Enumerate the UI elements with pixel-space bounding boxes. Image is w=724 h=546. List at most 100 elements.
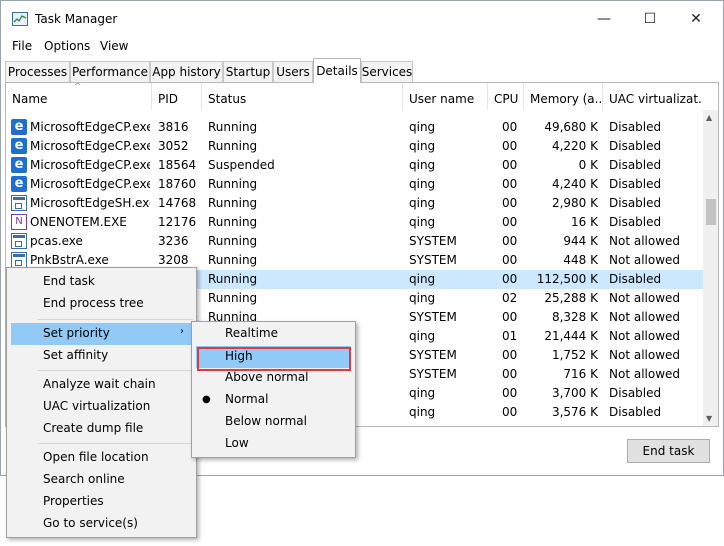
edge-icon: e xyxy=(11,138,27,154)
menu-separator xyxy=(37,319,193,320)
cell-mem: 25,288 K xyxy=(544,291,598,305)
tab-users[interactable]: Users xyxy=(273,61,313,82)
cell-mem: 4,220 K xyxy=(551,139,598,153)
cell-uac: Disabled xyxy=(609,405,662,419)
cell-user: qing xyxy=(409,120,436,134)
window-title: Task Manager xyxy=(35,12,118,26)
tab-startup[interactable]: Startup xyxy=(223,61,273,82)
cell-uac: Not allowed xyxy=(609,329,681,343)
cell-cpu: 00 xyxy=(502,310,518,324)
cell-uac: Disabled xyxy=(609,215,662,229)
priority-low[interactable]: Low xyxy=(192,433,355,455)
cell-cpu: 00 xyxy=(502,120,518,134)
end-task-button[interactable]: End task xyxy=(627,439,710,463)
column-header: ^ Name PID Status User name CPU Memory (a… xyxy=(6,83,718,110)
menu-set-affinity[interactable]: Set affinity xyxy=(7,345,196,367)
cell-pid: 12176 xyxy=(158,215,197,229)
priority-normal[interactable]: ● Normal xyxy=(192,389,355,411)
chevron-right-icon: › xyxy=(180,326,184,337)
table-row[interactable]: pcas.exe 3236 Running SYSTEM 00 944 K Not allo… xyxy=(6,232,703,251)
scroll-down-icon[interactable]: ▼ xyxy=(706,414,712,423)
cell-status: Running xyxy=(208,177,258,191)
cell-user: qing xyxy=(409,139,436,153)
cell-mem: 716 K xyxy=(563,367,598,381)
task-manager-icon xyxy=(12,12,28,26)
cell-cpu: 02 xyxy=(502,291,518,305)
vertical-scrollbar[interactable] xyxy=(703,110,718,426)
table-row[interactable]: N ONENOTEM.EXE 12176 Running qing 00 16 K Disab… xyxy=(6,213,703,232)
column-pid[interactable]: PID xyxy=(152,83,202,110)
menu-create-dump-file[interactable]: Create dump file xyxy=(7,418,196,440)
scroll-up-icon[interactable]: ▲ xyxy=(706,113,712,122)
column-cpu[interactable]: CPU xyxy=(488,83,524,110)
menu-analyze-wait-chain[interactable]: Analyze wait chain xyxy=(7,374,196,396)
cell-status: Running xyxy=(208,120,258,134)
table-row[interactable]: e MicrosoftEdgeCP.exe 3816 Running qing 00 49,… xyxy=(6,118,703,137)
column-user-name[interactable]: User name xyxy=(403,83,488,110)
cell-mem: 0 K xyxy=(578,158,598,172)
cell-mem: 8,328 K xyxy=(551,310,598,324)
column-status[interactable]: Status xyxy=(202,83,403,110)
cell-mem: 3,576 K xyxy=(551,405,598,419)
priority-below-normal[interactable]: Below normal xyxy=(192,411,355,433)
menu-file[interactable]: File xyxy=(12,39,32,53)
cell-user: qing xyxy=(409,215,436,229)
cell-status: Running xyxy=(208,272,258,286)
table-row[interactable]: MicrosoftEdgeSH.exe 14768 Running qing 00 2,9… xyxy=(6,194,703,213)
tab-services[interactable]: Services xyxy=(361,61,413,82)
table-row[interactable]: e MicrosoftEdgeCP.exe 18760 Running qing 00 4,… xyxy=(6,175,703,194)
menu-uac-virtualization[interactable]: UAC virtualization xyxy=(7,396,196,418)
cell-cpu: 00 xyxy=(502,367,518,381)
priority-realtime[interactable]: Realtime xyxy=(192,323,355,345)
menu-properties[interactable]: Properties xyxy=(7,491,196,513)
close-button[interactable]: ✕ xyxy=(673,5,719,33)
tab-details[interactable]: Details xyxy=(313,58,361,83)
menu-open-file-location[interactable]: Open file location xyxy=(7,447,196,469)
tab-performance[interactable]: Performance xyxy=(70,61,150,82)
edge-icon: e xyxy=(11,176,27,192)
column-name[interactable]: ^ Name xyxy=(6,83,152,110)
cell-mem: 1,752 K xyxy=(551,348,598,362)
cell-status: Running xyxy=(208,253,258,267)
cell-name: MicrosoftEdgeCP.exe xyxy=(30,120,150,134)
context-menu: End task End process tree Set priority › … xyxy=(6,267,197,538)
cell-user: qing xyxy=(409,386,436,400)
app-icon xyxy=(11,233,27,249)
menu-options[interactable]: Options xyxy=(44,39,90,53)
onenote-icon: N xyxy=(11,214,27,230)
cell-mem: 112,500 K xyxy=(536,272,598,286)
table-row[interactable]: e MicrosoftEdgeCP.exe 3052 Running qing 00 4,2… xyxy=(6,137,703,156)
tab-app-history[interactable]: App history xyxy=(150,61,223,82)
cell-user: SYSTEM xyxy=(409,367,457,381)
cell-user: qing xyxy=(409,291,436,305)
cell-mem: 2,980 K xyxy=(551,196,598,210)
cell-user: qing xyxy=(409,177,436,191)
cell-cpu: 00 xyxy=(502,177,518,191)
menu-end-process-tree[interactable]: End process tree xyxy=(7,293,196,315)
cell-uac: Not allowed xyxy=(609,291,681,305)
cell-mem: 21,444 K xyxy=(544,329,598,343)
minimize-button[interactable]: — xyxy=(581,5,627,33)
menu-go-to-services[interactable]: Go to service(s) xyxy=(7,513,196,535)
scrollbar-thumb[interactable] xyxy=(706,199,716,225)
cell-mem: 448 K xyxy=(563,253,598,267)
table-row[interactable]: e MicrosoftEdgeCP.exe 18564 Suspended qing 00… xyxy=(6,156,703,175)
column-uac[interactable]: UAC virtualizat... xyxy=(603,83,703,110)
maximize-button[interactable]: ☐ xyxy=(627,5,673,33)
edge-icon: e xyxy=(11,119,27,135)
cell-name: MicrosoftEdgeCP.exe xyxy=(30,139,150,153)
tab-strip: Processes Performance App history Startu… xyxy=(5,58,719,83)
cell-user: qing xyxy=(409,405,436,419)
menu-view[interactable]: View xyxy=(100,39,128,53)
cell-uac: Not allowed xyxy=(609,234,681,248)
menu-end-task[interactable]: End task xyxy=(7,271,196,293)
tab-processes[interactable]: Processes xyxy=(5,61,70,82)
column-memory[interactable]: Memory (a... xyxy=(524,83,603,110)
cell-user: qing xyxy=(409,329,436,343)
menu-search-online[interactable]: Search online xyxy=(7,469,196,491)
app-icon xyxy=(11,252,27,268)
cell-name: MicrosoftEdgeSH.exe xyxy=(30,196,150,210)
title-bar[interactable]: Task Manager — ☐ ✕ xyxy=(1,1,723,35)
menu-set-priority[interactable]: Set priority › xyxy=(11,323,194,345)
cell-status: Suspended xyxy=(208,158,275,172)
